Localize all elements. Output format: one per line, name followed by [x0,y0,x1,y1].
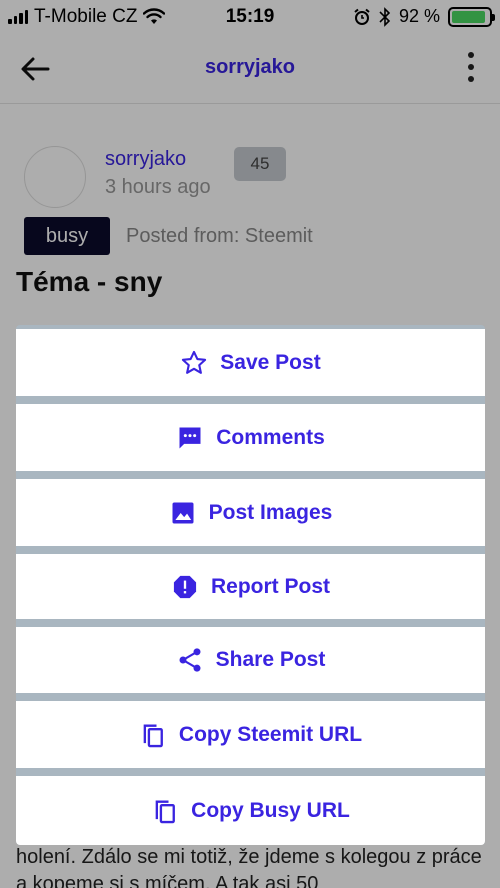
copy-icon [139,721,167,749]
report-post-button[interactable]: Report Post [16,554,485,619]
share-icon [176,646,204,674]
post-images-label: Post Images [208,500,333,524]
post-images-button[interactable]: Post Images [16,479,485,546]
image-icon [169,499,197,527]
save-post-label: Save Post [220,350,321,374]
copy-steemit-url-label: Copy Steemit URL [178,722,363,746]
save-post-button[interactable]: Save Post [16,329,485,396]
action-sheet: Save Post Comments Post Images Report Po… [16,325,485,845]
copy-busy-url-label: Copy Busy URL [191,798,350,822]
comments-label: Comments [216,425,325,449]
copy-icon [151,797,179,825]
share-post-label: Share Post [215,648,326,671]
share-post-button[interactable]: Share Post [16,627,485,693]
star-outline-icon [180,349,208,377]
comments-button[interactable]: Comments [16,404,485,471]
report-icon [171,573,199,601]
comment-icon [176,424,204,452]
copy-busy-url-button[interactable]: Copy Busy URL [16,776,485,845]
report-post-label: Report Post [210,574,330,598]
copy-steemit-url-button[interactable]: Copy Steemit URL [16,701,485,768]
